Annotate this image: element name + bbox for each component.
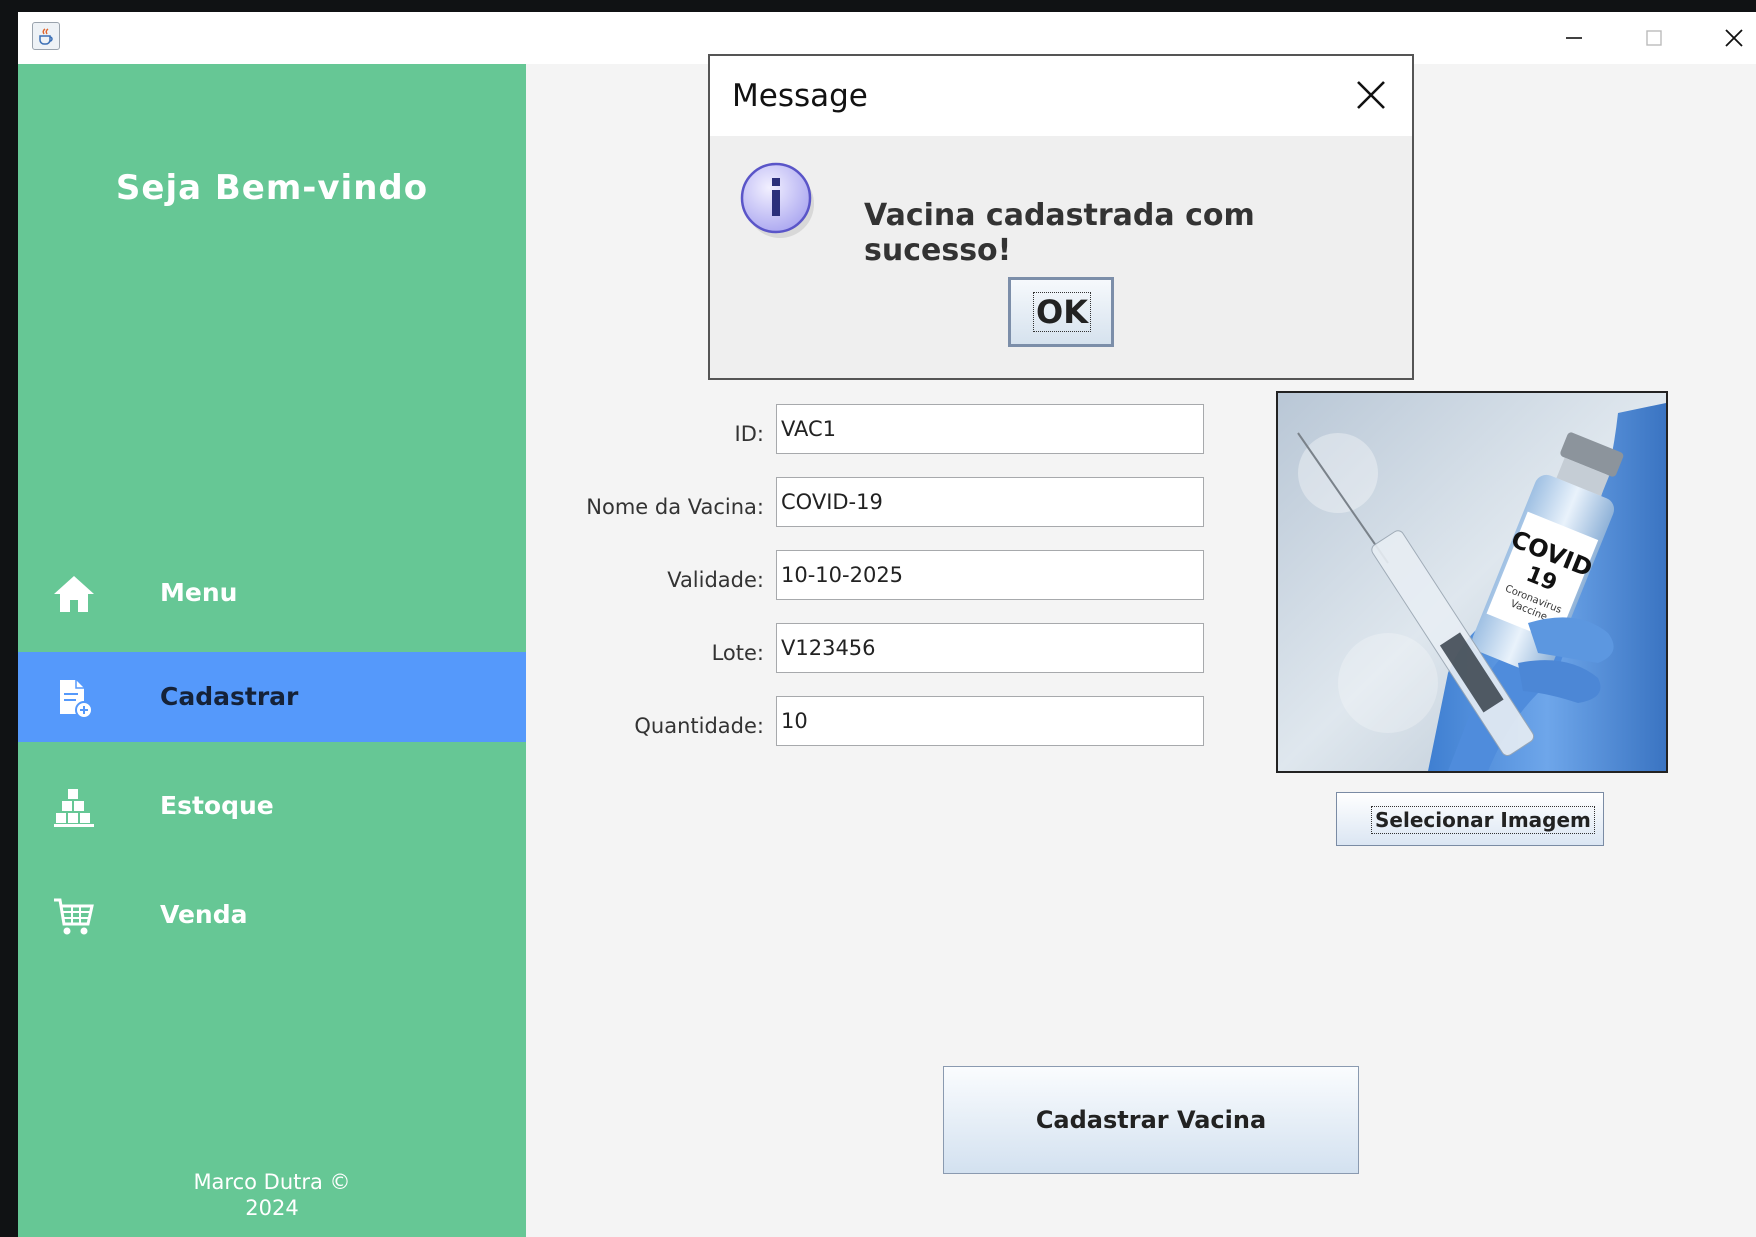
ok-button[interactable]: OK xyxy=(1008,277,1114,347)
expiry-label: Validade: xyxy=(667,568,764,592)
footer-credit: Marco Dutra © 2024 xyxy=(18,1169,526,1221)
info-icon xyxy=(740,162,814,238)
quantity-label: Quantidade: xyxy=(634,714,764,738)
welcome-title: Seja Bem-vindo xyxy=(115,168,429,208)
warehouse-boxes-icon xyxy=(54,789,94,827)
maximize-icon[interactable] xyxy=(1634,22,1674,54)
dialog-title: Message xyxy=(732,78,868,114)
footer-author: Marco Dutra © xyxy=(193,1170,351,1194)
dialog-message: Vacina cadastrada com sucesso! xyxy=(864,198,1255,268)
batch-input[interactable] xyxy=(776,623,1204,673)
vaccine-image: COVID 19 Coronavirus Vaccine xyxy=(1276,391,1668,773)
id-input[interactable] xyxy=(776,404,1204,454)
select-image-label: Selecionar Imagem xyxy=(1371,806,1595,834)
footer-year: 2024 xyxy=(245,1196,299,1220)
app-window: Seja Bem-vindo Menu Cadastrar Estoque Ve… xyxy=(18,12,1756,1237)
vaccine-name-input[interactable] xyxy=(776,477,1204,527)
sidebar-item-label: Estoque xyxy=(160,791,274,820)
sidebar-item-label: Menu xyxy=(160,578,238,607)
batch-label: Lote: xyxy=(711,641,764,665)
sidebar-item-estoque[interactable]: Estoque xyxy=(18,761,526,851)
quantity-input[interactable] xyxy=(776,696,1204,746)
dialog-close-icon[interactable] xyxy=(1350,74,1392,116)
vaccine-name-label: Nome da Vacina: xyxy=(586,495,764,519)
sidebar-item-label: Venda xyxy=(160,900,248,929)
home-icon xyxy=(54,576,94,612)
sidebar-item-venda[interactable]: Venda xyxy=(18,870,526,960)
document-add-icon xyxy=(60,680,93,719)
id-label: ID: xyxy=(734,422,764,446)
close-icon[interactable] xyxy=(1714,22,1754,54)
expiry-input[interactable] xyxy=(776,550,1204,600)
message-dialog: Message Vacina cadastrada com sucesso! O… xyxy=(708,54,1414,380)
select-image-button[interactable]: Selecionar Imagem xyxy=(1336,792,1604,846)
dialog-title-bar: Message xyxy=(710,56,1412,136)
sidebar-item-label: Cadastrar xyxy=(160,682,299,711)
register-vaccine-button[interactable]: Cadastrar Vacina xyxy=(943,1066,1359,1174)
java-cup-icon[interactable] xyxy=(32,22,60,50)
ok-button-label: OK xyxy=(1033,292,1091,332)
shopping-cart-icon xyxy=(54,898,94,935)
sidebar: Seja Bem-vindo Menu Cadastrar Estoque Ve… xyxy=(18,64,526,1237)
sidebar-item-menu[interactable]: Menu xyxy=(18,548,526,638)
minimize-icon[interactable] xyxy=(1554,22,1594,54)
sidebar-item-cadastrar[interactable]: Cadastrar xyxy=(18,652,526,742)
